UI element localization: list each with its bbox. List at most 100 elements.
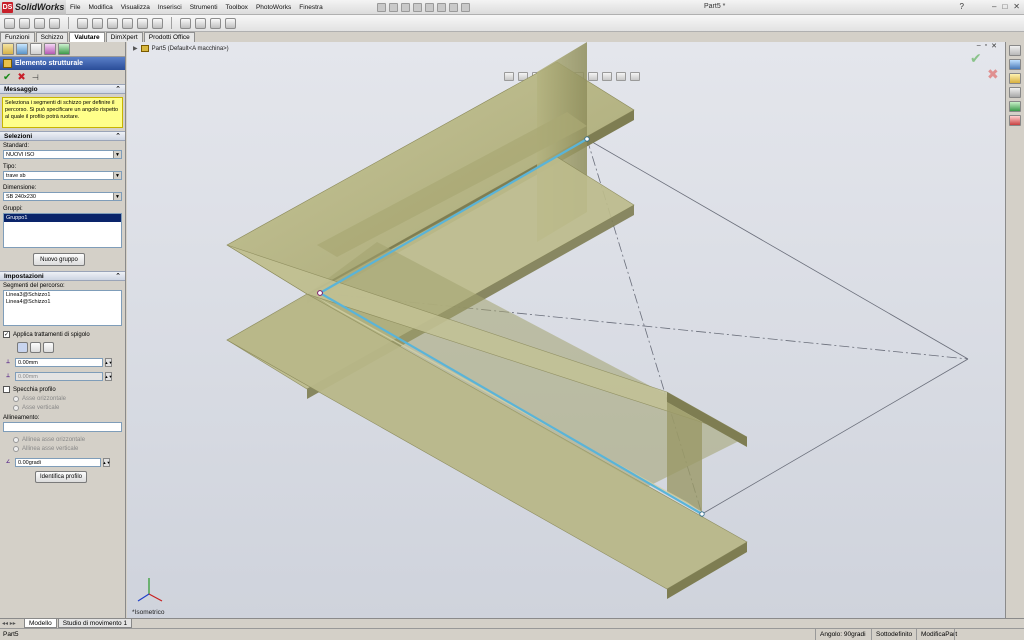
tab-sketch[interactable]: Schizzo [35,32,69,42]
checkbox-unchecked-icon[interactable] [3,386,10,393]
apply-corner-treatment-checkbox[interactable]: ✓ Applica trattamenti di spigolo [3,331,122,338]
graphics-area[interactable]: ▶ Part5 (Default<A macchina>) – ▫ ✕ ✔ ✖ [127,42,1005,618]
collapse-chevron-icon[interactable]: ⌃ [115,272,121,280]
configuration-manager-tab-icon[interactable] [30,43,42,55]
sensor-icon[interactable] [49,17,60,29]
path-endpoint[interactable] [584,136,590,142]
mass-properties-icon[interactable] [19,17,30,29]
cancel-x-icon[interactable]: ✖ [17,72,25,83]
view-palette-icon[interactable] [1009,101,1021,112]
list-item[interactable]: Linea4@Schizzo1 [6,299,119,306]
geometry-analysis-icon[interactable] [180,17,191,29]
draft-analysis-icon[interactable] [77,17,88,29]
new-group-button[interactable]: Nuovo gruppo [33,253,85,266]
align-vertical-radio[interactable]: Allinea asse verticale [3,446,122,452]
menu-file[interactable]: File [66,4,84,11]
checkbox-checked-icon[interactable]: ✓ [3,331,10,338]
interference-icon[interactable] [195,17,206,29]
maximize-icon[interactable]: □ [1002,2,1007,11]
mirror-profile-checkbox[interactable]: Specchia profilo [3,386,122,393]
new-icon[interactable] [376,2,386,12]
home-icon[interactable] [1009,45,1021,56]
save-icon[interactable] [400,2,410,12]
menu-edit[interactable]: Modifica [84,4,116,11]
path-segments-list[interactable]: Linea3@Schizzo1 Linea4@Schizzo1 [3,290,122,326]
list-item[interactable]: Gruppo1 [4,214,121,222]
section-properties-icon[interactable] [34,17,45,29]
selections-group-header[interactable]: Selezioni ⌃ [0,131,125,141]
path-corner-point[interactable] [317,290,323,296]
tab-motion-study[interactable]: Studio di movimento 1 [57,619,133,628]
gap2-input[interactable]: 0.00mm [15,371,103,381]
measure-icon[interactable] [4,17,15,29]
dimxpert-manager-tab-icon[interactable] [44,43,56,55]
undercut-icon[interactable] [92,17,103,29]
menu-photoworks[interactable]: PhotoWorks [252,4,295,11]
select-icon[interactable] [436,2,446,12]
size-select[interactable]: SB 240x230 ▼ [3,192,122,201]
align-horizontal-radio[interactable]: Allinea asse orizzontale [3,437,122,443]
tab-dimxpert[interactable]: DimXpert [105,32,143,42]
radio-icon[interactable] [13,396,19,402]
horizontal-axis-radio[interactable]: Asse orizzontale [3,396,122,402]
file-explorer-icon[interactable] [1009,73,1021,84]
groups-list[interactable]: Gruppo1 [3,213,122,248]
tab-scroll-arrows-icon[interactable]: ◂◂ ▸▸ [2,620,16,627]
thickness-icon[interactable] [122,17,133,29]
open-icon[interactable] [388,2,398,12]
appearances-icon[interactable] [1009,115,1021,126]
rebuild-icon[interactable] [448,2,458,12]
minimize-icon[interactable]: – [992,2,996,11]
menu-toolbox[interactable]: Toolbox [222,4,252,11]
radio-icon[interactable] [13,446,19,452]
undo-icon[interactable] [424,2,434,12]
pushpin-icon[interactable]: ⊣ [32,73,39,82]
rotation-input[interactable]: 0.00gradi [15,457,101,467]
solidworks-logo[interactable]: DS SolidWorks [0,0,66,15]
display-manager-tab-icon[interactable] [58,43,70,55]
spin-buttons[interactable]: ▲▼ [105,371,112,381]
parting-line-icon[interactable] [107,17,118,29]
path-endpoint[interactable] [699,511,705,517]
spin-buttons[interactable]: ▲▼ [103,457,110,467]
menu-tools[interactable]: Strumenti [186,4,222,11]
message-group-header[interactable]: Messaggio ⌃ [0,84,125,94]
feature-manager-tab-icon[interactable] [2,43,14,55]
end-miter-icon[interactable] [17,342,28,353]
vertical-axis-radio[interactable]: Asse verticale [3,405,122,411]
ok-check-icon[interactable]: ✔ [3,72,11,83]
simulation-icon[interactable] [225,17,236,29]
radio-icon[interactable] [13,405,19,411]
gap1-input[interactable]: 0.00mm [15,357,103,367]
help-icon[interactable]: ? [960,2,964,11]
collapse-chevron-icon[interactable]: ⌃ [115,132,121,140]
menu-window[interactable]: Finestra [295,4,326,11]
end-butt1-icon[interactable] [30,342,41,353]
property-manager-tab-icon[interactable] [16,43,28,55]
close-icon[interactable]: ✕ [1013,2,1020,11]
standard-select[interactable]: NUOVI ISO ▼ [3,150,122,159]
curvature-icon[interactable] [152,17,163,29]
zebra-stripes-icon[interactable] [137,17,148,29]
tab-office-products[interactable]: Prodotti Office [143,32,195,42]
locate-profile-button[interactable]: Identifica profilo [35,471,87,483]
options-icon[interactable] [460,2,470,12]
alignment-input[interactable] [3,422,122,432]
print-icon[interactable] [412,2,422,12]
search-icon[interactable] [1009,87,1021,98]
radio-icon[interactable] [13,437,19,443]
design-library-icon[interactable] [1009,59,1021,70]
tab-model[interactable]: Modello [24,619,57,628]
panel-tabs [0,42,125,57]
settings-group-header[interactable]: Impostazioni ⌃ [0,271,125,281]
spin-buttons[interactable]: ▲▼ [105,357,112,367]
menu-insert[interactable]: Inserisci [154,4,186,11]
collapse-chevron-icon[interactable]: ⌃ [115,85,121,93]
menu-view[interactable]: Visualizza [117,4,154,11]
tab-evaluate[interactable]: Valutare [69,32,105,42]
tab-features[interactable]: Funzioni [0,32,35,42]
structural-member-model[interactable] [127,42,1005,618]
end-butt2-icon[interactable] [43,342,54,353]
type-select[interactable]: trave sb ▼ [3,171,122,180]
check-icon[interactable] [210,17,221,29]
